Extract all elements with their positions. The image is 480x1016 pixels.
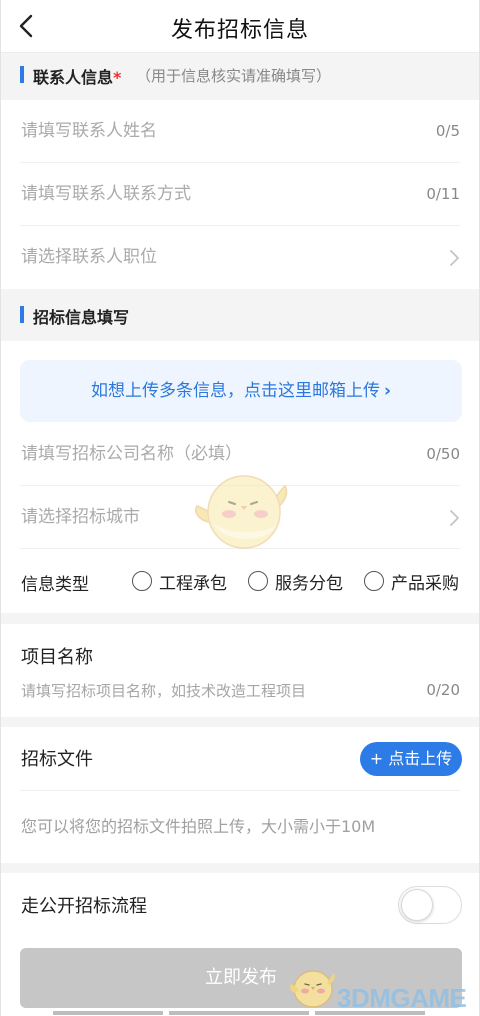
contact-phone-counter: 0/11 [426,185,460,203]
upload-file-button[interactable]: + 点击上传 [360,742,462,776]
bottom-bar-segment [53,1011,163,1015]
section-gap [1,863,479,873]
email-upload-text: 如想上传多条信息，点击这里邮箱上传 [90,381,380,401]
radio-engineering-contract[interactable]: 工程承包 [132,569,232,594]
toggle-knob [401,889,433,921]
row-divider [20,548,460,549]
radio-label: 服务分包 [275,574,343,594]
contact-position-select[interactable] [1,226,479,289]
bid-city-select[interactable] [1,486,479,549]
contact-name-counter: 0/5 [435,122,460,140]
project-name-input[interactable] [21,679,401,703]
contact-section-title: 联系人信息* [33,68,122,87]
contact-name-row: 0/5 [1,100,479,163]
bid-file-hint: 您可以将您的招标文件拍照上传，大小需小于10M [21,817,376,836]
radio-product-procurement[interactable]: 产品采购 [364,569,464,594]
row-divider [20,790,460,791]
bid-section-title: 招标信息填写 [33,308,130,327]
contact-section-hint: （用于信息核实请准确填写） [136,67,332,85]
company-name-input[interactable] [21,423,401,486]
bid-city-input[interactable] [21,486,401,549]
section-gap [1,717,479,727]
chevron-right-icon [450,250,459,266]
info-type-label: 信息类型 [21,575,89,595]
bid-section-header: 招标信息填写 [1,289,479,341]
contact-name-input[interactable] [21,100,401,163]
email-upload-banner[interactable]: 如想上传多条信息，点击这里邮箱上传 › [20,360,462,422]
bottom-bar-segment [169,1011,309,1015]
public-bidding-toggle[interactable] [398,886,462,924]
contact-phone-row: 0/11 [1,163,479,226]
radio-label: 产品采购 [391,574,459,594]
watermark-text: 3DMGAME [337,983,467,1013]
publish-bid-screen: 发布招标信息 联系人信息* （用于信息核实请准确填写） 0/5 0/11 招标信… [0,0,480,1016]
contact-phone-input[interactable] [21,163,401,226]
radio-circle[interactable] [132,571,152,591]
radio-service-subcontract[interactable]: 服务分包 [248,569,348,594]
section-gap [1,613,479,624]
radio-circle[interactable] [364,571,384,591]
contact-section-header: 联系人信息* （用于信息核实请准确填写） [1,53,479,100]
project-name-title: 项目名称 [21,647,93,668]
bid-file-title: 招标文件 [21,749,93,770]
chevron-right-icon [450,510,459,526]
contact-position-input[interactable] [21,226,401,289]
required-asterisk: * [113,68,122,87]
section-accent-bar [20,66,24,83]
company-name-counter: 0/50 [426,445,460,463]
radio-circle[interactable] [248,571,268,591]
page-title: 发布招标信息 [170,18,309,43]
company-name-row: 0/50 [1,423,479,486]
chevron-right-icon: › [383,381,391,401]
nav-bar: 发布招标信息 [1,0,479,53]
section-accent-bar [20,306,24,323]
project-name-counter: 0/20 [426,681,460,699]
public-bidding-label: 走公开招标流程 [21,896,147,917]
radio-label: 工程承包 [159,574,227,594]
